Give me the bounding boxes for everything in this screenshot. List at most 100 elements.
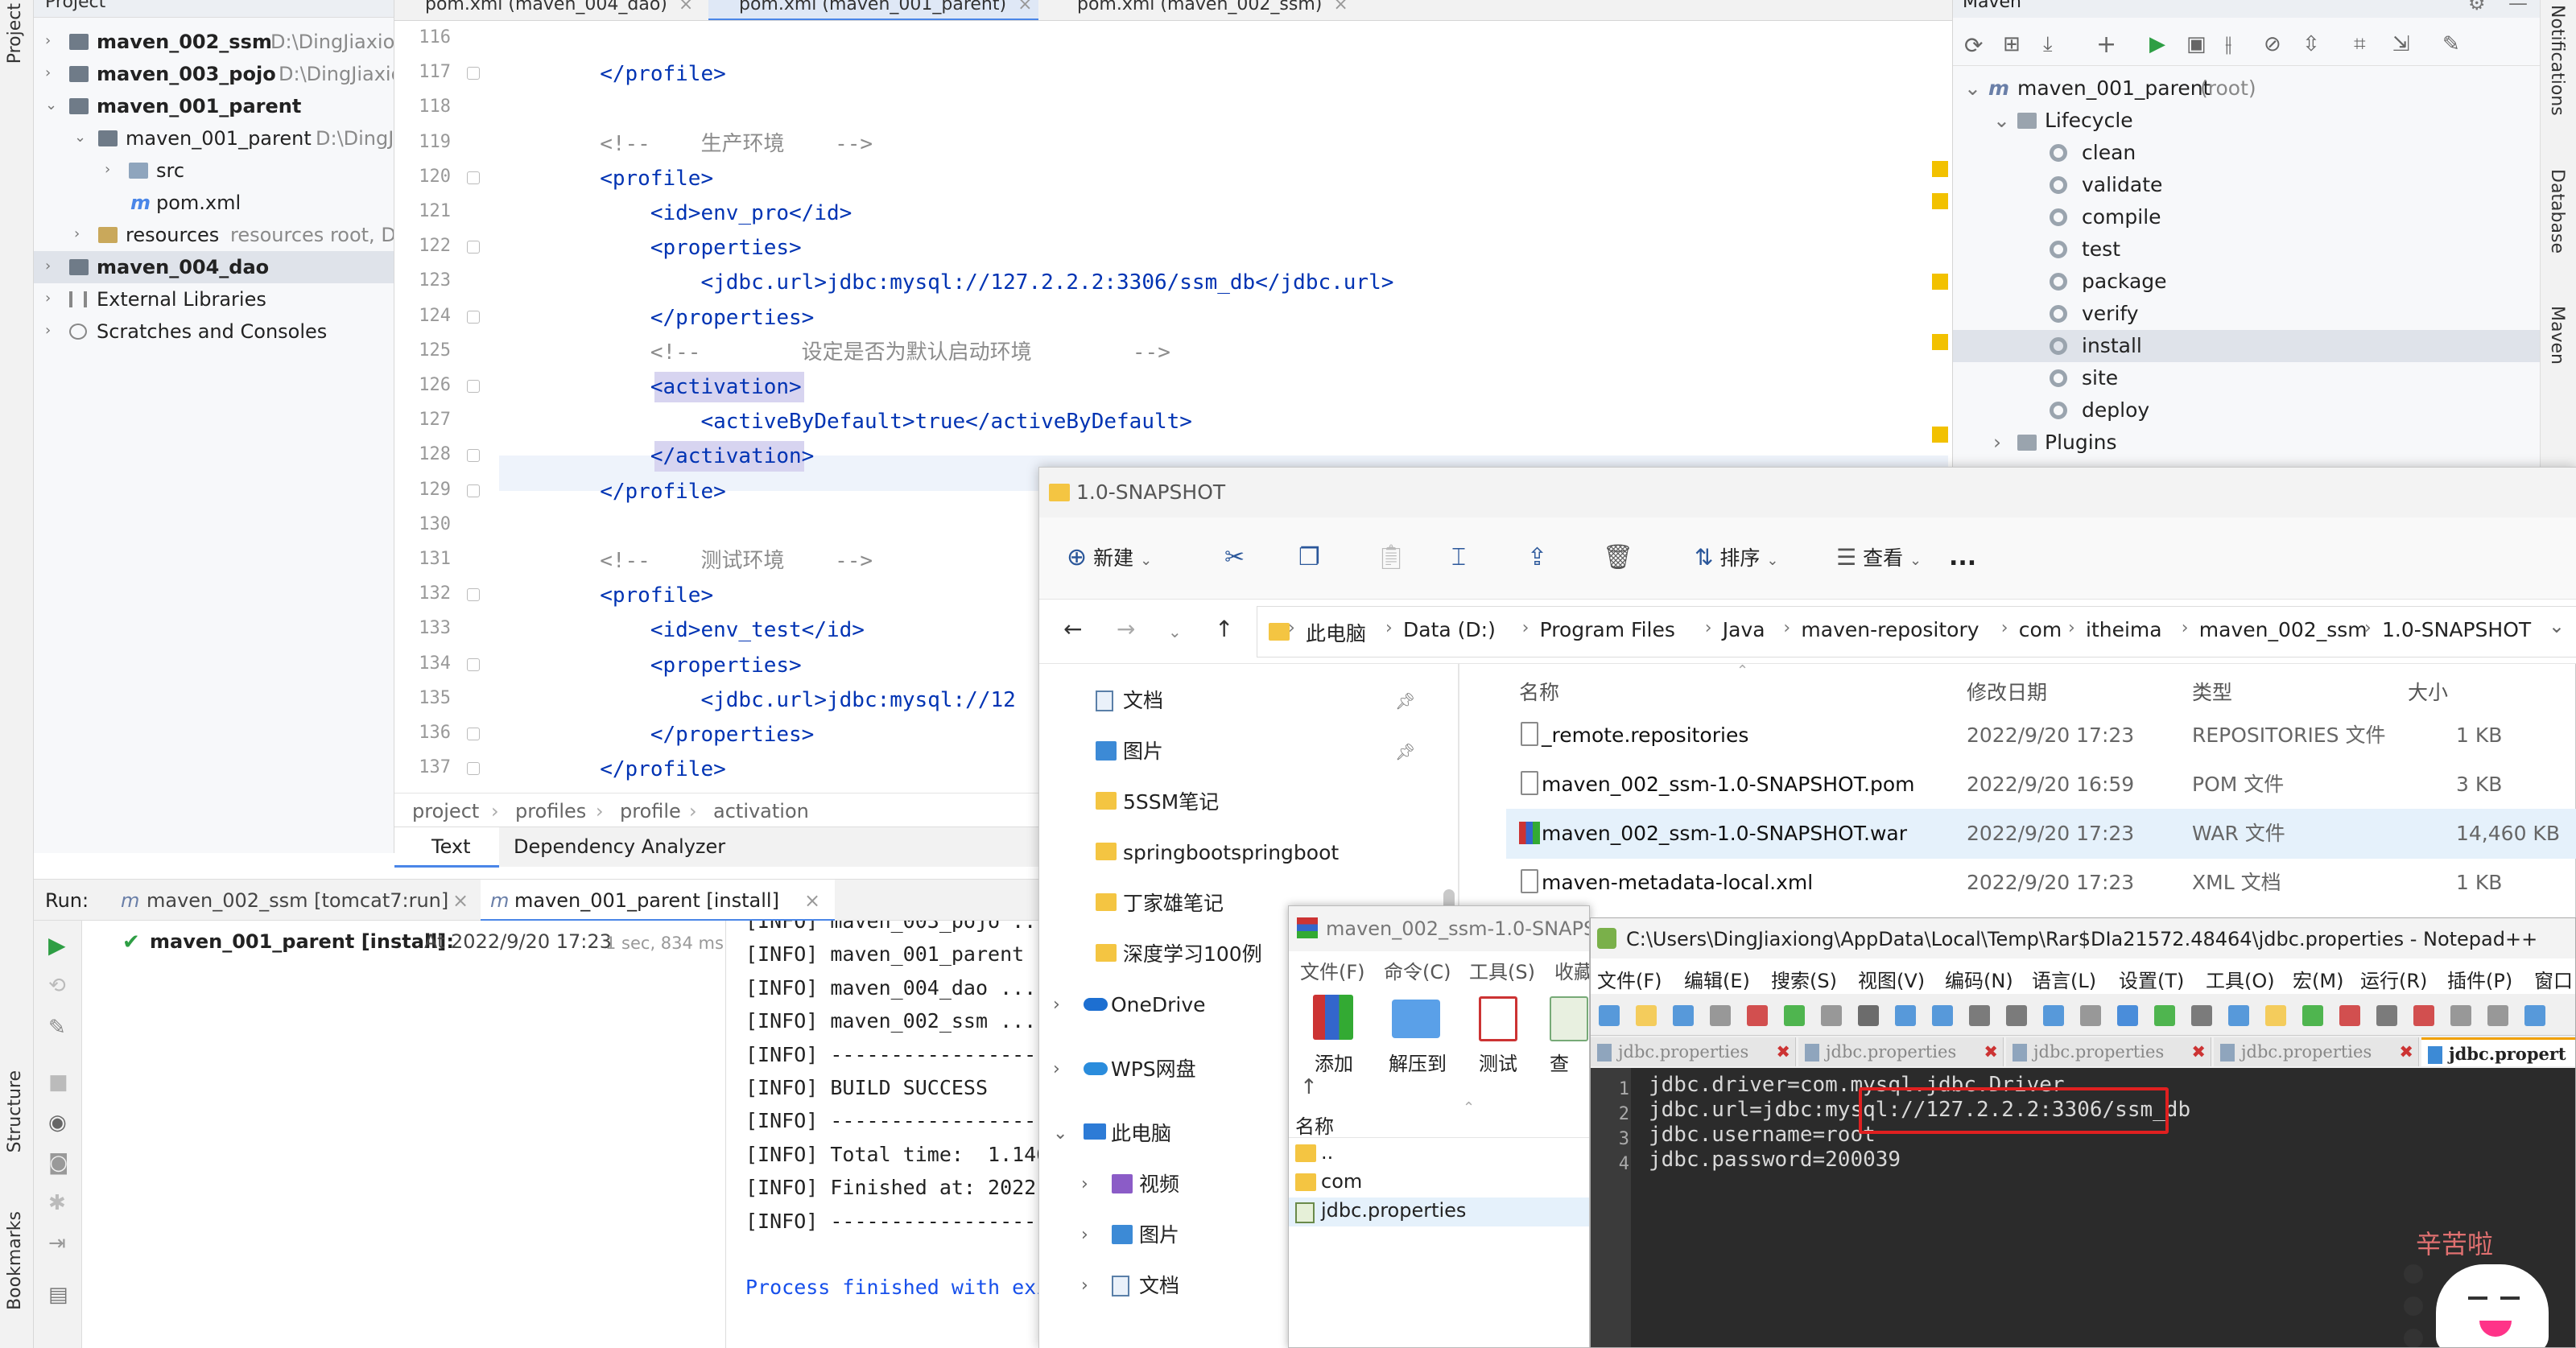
path-segment[interactable]: Data (D:) (1403, 618, 1496, 641)
code-line[interactable]: <activation> (499, 370, 802, 405)
path-segment[interactable]: com (2019, 618, 2062, 641)
maven-goal-package[interactable]: package (1953, 266, 2556, 298)
rename-icon[interactable]: ⌶ (1451, 535, 1466, 580)
fold-marker-icon[interactable] (467, 588, 480, 602)
fold-marker-icon[interactable] (467, 762, 480, 776)
maven-root-item[interactable]: ⌄ m maven_001_parent (root) (1953, 72, 2556, 105)
npp-code-line[interactable]: jdbc.password=200039 (1649, 1148, 1901, 1172)
rerun-icon[interactable]: ▶ (48, 932, 66, 958)
tree-item-scratches[interactable]: › Scratches and Consoles (34, 315, 394, 348)
editor-tab[interactable]: mpom.xml (maven_002_ssm)× (1046, 0, 1360, 20)
toolbar-icon[interactable] (1858, 1005, 1879, 1026)
tab-text[interactable]: Text (394, 827, 499, 868)
fold-marker-icon[interactable] (467, 171, 480, 184)
file-row[interactable]: _remote.repositories 2022/9/20 17:23 REPOS… (1506, 711, 2576, 761)
toolbar-icon[interactable] (2228, 1005, 2249, 1026)
tab-dependency-analyzer[interactable]: Dependency Analyzer (514, 835, 725, 858)
layout-icon[interactable]: ▤ (48, 1283, 68, 1307)
extract-button[interactable]: 解压到 (1379, 995, 1451, 1075)
maven-goal-compile[interactable]: compile (1953, 201, 2556, 233)
paste-icon[interactable]: 📋︎ (1376, 535, 1406, 580)
code-line[interactable]: <!-- 生产环境 --> (499, 127, 873, 162)
up-arrow-icon[interactable]: ↑ (1215, 616, 1233, 642)
code-line[interactable]: <profile> (499, 162, 713, 196)
menu-item[interactable]: 语言(L) (2032, 965, 2096, 993)
pin-icon[interactable]: 📌︎ (1395, 727, 1415, 777)
maven-goal-deploy[interactable]: deploy (1953, 394, 2556, 427)
code-line[interactable]: <id>env_test</id> (499, 613, 865, 648)
path-segment[interactable]: 此电脑 (1306, 618, 1366, 647)
npp-code-line[interactable]: jdbc.username=root (1649, 1123, 1876, 1147)
tree-item-pom[interactable]: m pom.xml (34, 187, 394, 219)
recent-chevron-icon[interactable]: ⌄ (1168, 622, 1182, 641)
code-line[interactable]: <!-- 设定是否为默认启动环境 --> (499, 336, 1170, 370)
npp-tab[interactable]: jdbc.properties ✖ (1591, 1037, 1796, 1066)
bookmarks-tool-label[interactable]: Bookmarks (5, 1211, 25, 1310)
file-row[interactable]: maven_002_ssm-1.0-SNAPSHOT.pom 2022/9/20 … (1506, 760, 2576, 810)
code-line[interactable]: <jdbc.url>jdbc:mysql://12 (499, 683, 1015, 718)
toolbar-icon[interactable] (2450, 1005, 2471, 1026)
toolbar-icon[interactable] (1821, 1005, 1842, 1026)
run-tab-install[interactable]: m maven_001_parent [install] × (481, 880, 835, 921)
menu-item[interactable]: 编码(N) (1945, 965, 2013, 993)
download-icon[interactable]: ⤓ (2043, 32, 2053, 57)
maven-tool-label[interactable]: Maven (2547, 306, 2567, 365)
menu-item[interactable]: 工具(O) (2206, 965, 2275, 993)
view-button[interactable]: ☰ 查看 ⌄ (1836, 535, 1949, 580)
stop-icon[interactable]: ■ (48, 1070, 68, 1094)
expand-icon[interactable]: ⇲ (2392, 32, 2410, 56)
up-arrow-icon[interactable]: ↑ (1300, 1075, 1318, 1099)
maven-goal-install[interactable]: install (1953, 330, 2556, 362)
tree-item-external-libraries[interactable]: › External Libraries (34, 283, 394, 315)
nav-item[interactable]: springbootspringboot (1039, 828, 1458, 878)
toolbar-icon[interactable] (1710, 1005, 1731, 1026)
col-name[interactable]: 名称 (1519, 677, 1559, 706)
run-tab-tomcat[interactable]: maven_002_ssm [tomcat7:run] (147, 880, 448, 921)
winrar-item-jdbc[interactable]: jdbc.properties (1289, 1198, 1589, 1226)
file-row[interactable]: maven-metadata-local.xml 2022/9/20 17:23 X… (1506, 858, 2576, 908)
add-button[interactable]: 添加 (1305, 995, 1361, 1075)
menu-item[interactable]: 窗口 (2534, 965, 2573, 993)
path-segment[interactable]: maven-repository (1801, 618, 1979, 641)
winrar-item-com[interactable]: com (1289, 1169, 1589, 1198)
nav-item[interactable]: 图片 📌︎ (1039, 727, 1458, 777)
toolbar-icon[interactable] (1673, 1005, 1694, 1026)
fold-marker-icon[interactable] (467, 380, 480, 393)
toolbar-icon[interactable] (2117, 1005, 2138, 1026)
toolbar-icon[interactable] (1747, 1005, 1768, 1026)
close-icon[interactable]: ✖ (2191, 1037, 2206, 1066)
col-date[interactable]: 修改日期 (1967, 677, 2047, 706)
code-line[interactable]: </profile> (499, 475, 726, 509)
breadcrumb-item[interactable]: profiles (515, 800, 586, 822)
toolbar-icon[interactable] (2265, 1005, 2286, 1026)
maven-goal-verify[interactable]: verify (1953, 298, 2556, 330)
menu-item[interactable]: 宏(M) (2293, 965, 2343, 993)
copy-icon[interactable]: ❐ (1298, 535, 1320, 580)
close-icon[interactable]: ✖ (1776, 1037, 1790, 1066)
nav-item[interactable]: 文档 📌︎ (1039, 676, 1458, 726)
toolbar-icon[interactable] (2524, 1005, 2545, 1026)
code-line[interactable]: </profile> (499, 57, 726, 92)
toolbar-icon[interactable] (1895, 1005, 1916, 1026)
notifications-tool-label[interactable]: Notifications (2547, 5, 2567, 116)
collapse-icon[interactable]: ⇳ (2302, 32, 2320, 56)
tree-item-maven-001-parent[interactable]: ⌄ maven_001_parent (34, 90, 394, 122)
project-header-label[interactable]: Project (45, 0, 105, 12)
breadcrumb-item[interactable]: profile (620, 800, 681, 822)
toggle-offline-icon[interactable]: ⫲ (2225, 32, 2231, 57)
toolbar-icon[interactable] (2154, 1005, 2175, 1026)
share-icon[interactable]: ⇪ (1527, 535, 1547, 580)
tree-item-maven-002-ssm[interactable]: › maven_002_ssm D:\DingJiaxio (34, 26, 394, 58)
maven-goal-validate[interactable]: validate (1953, 169, 2556, 201)
toolbar-icon[interactable] (2413, 1005, 2434, 1026)
path-segment[interactable]: 1.0-SNAPSHOT (2382, 618, 2531, 641)
view-button[interactable]: 查 (1542, 995, 1589, 1075)
run-icon[interactable]: ▶ (2149, 32, 2165, 56)
code-line[interactable]: <properties> (499, 231, 802, 266)
stripe-mark[interactable] (1932, 334, 1948, 350)
skip-tests-icon[interactable]: ⊘ (2264, 32, 2281, 56)
code-line[interactable]: <activeByDefault>true</activeByDefault> (499, 405, 1191, 439)
maven-lifecycle-item[interactable]: ⌄ Lifecycle (1953, 105, 2556, 137)
maven-goal-clean[interactable]: clean (1953, 137, 2556, 169)
menu-item[interactable]: 命令(C) (1384, 956, 1451, 984)
